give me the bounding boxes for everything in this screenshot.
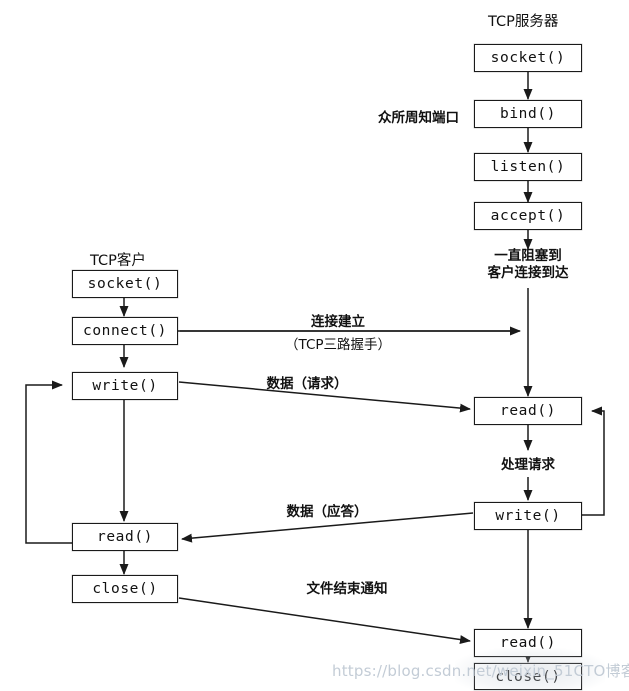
diagram-canvas: TCP服务器 socket() bind() listen() accept()… xyxy=(0,0,629,691)
label-process-request: 处理请求 xyxy=(501,457,555,473)
node-server-read-eof[interactable]: read() xyxy=(474,629,582,657)
label-eof-notice: 文件结束通知 xyxy=(306,581,388,597)
label-blocking-line2: 客户连接到达 xyxy=(487,265,569,282)
client-column-header: TCP客户 xyxy=(90,253,146,269)
label-blocking-until-client: 一直阻塞到 客户连接到达 xyxy=(458,248,598,283)
node-server-accept[interactable]: accept() xyxy=(474,202,582,230)
node-server-close[interactable]: close() xyxy=(474,663,582,690)
label-connection-established: 连接建立 xyxy=(311,314,365,330)
label-well-known-port: 众所周知端口 xyxy=(378,110,459,126)
node-server-socket[interactable]: socket() xyxy=(474,44,582,72)
label-blocking-line1: 一直阻塞到 xyxy=(494,248,562,264)
node-client-connect[interactable]: connect() xyxy=(72,317,178,345)
label-data-reply: 数据（应答） xyxy=(286,504,368,520)
node-client-socket[interactable]: socket() xyxy=(72,270,178,298)
node-server-read-request[interactable]: read() xyxy=(474,397,582,425)
node-server-bind[interactable]: bind() xyxy=(474,100,582,128)
label-data-request: 数据（请求） xyxy=(266,376,348,392)
node-client-close[interactable]: close() xyxy=(72,575,178,603)
server-column-header: TCP服务器 xyxy=(488,14,559,30)
node-client-read[interactable]: read() xyxy=(72,523,178,551)
arrow-client-loop-read-to-write xyxy=(25,380,72,544)
node-client-write[interactable]: write() xyxy=(72,372,178,400)
node-server-write[interactable]: write() xyxy=(474,502,582,530)
arrow-eof-notice xyxy=(178,597,471,644)
node-server-listen[interactable]: listen() xyxy=(474,153,582,181)
label-three-way-handshake: （TCP三路握手） xyxy=(284,337,392,353)
